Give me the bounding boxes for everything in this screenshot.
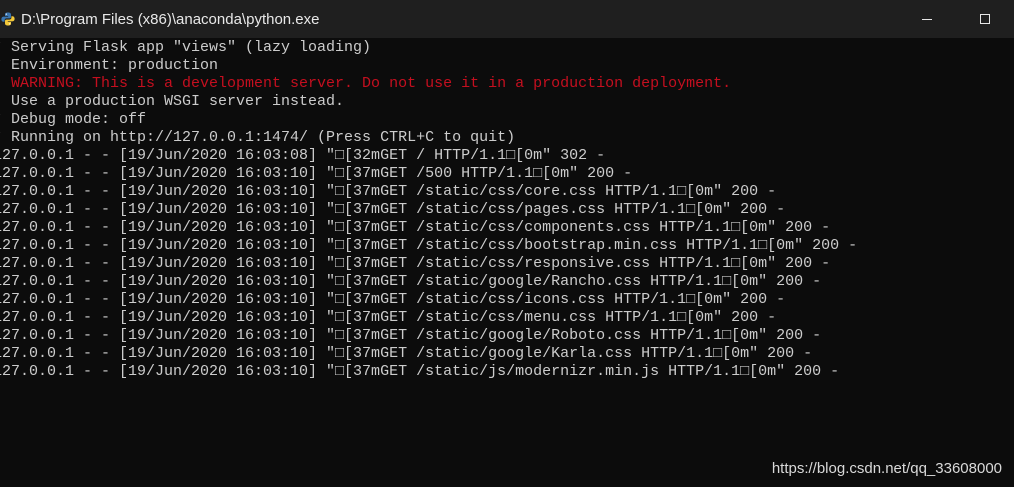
console-line: 127.0.0.1 - - [19/Jun/2020 16:03:10] "□[…: [0, 165, 633, 182]
minimize-icon: [922, 19, 932, 20]
console-line: * Serving Flask app "views" (lazy loadin…: [0, 39, 372, 56]
warning-line: WARNING: This is a development server. D…: [0, 75, 732, 92]
watermark: https://blog.csdn.net/qq_33608000: [771, 460, 1002, 477]
console-line: * Debug mode: off: [0, 111, 147, 128]
console-line: 127.0.0.1 - - [19/Jun/2020 16:03:10] "□[…: [0, 183, 777, 200]
console-window: D:\Program Files (x86)\anaconda\python.e…: [0, 0, 1014, 487]
console-line: 127.0.0.1 - - [19/Jun/2020 16:03:10] "□[…: [0, 363, 840, 380]
console-output[interactable]: * Serving Flask app "views" (lazy loadin…: [0, 39, 1014, 479]
console-line: 127.0.0.1 - - [19/Jun/2020 16:03:10] "□[…: [0, 309, 777, 326]
console-line: 127.0.0.1 - - [19/Jun/2020 16:03:08] "□[…: [0, 147, 606, 164]
console-line: 127.0.0.1 - - [19/Jun/2020 16:03:10] "□[…: [0, 291, 786, 308]
maximize-button[interactable]: [956, 0, 1014, 38]
window-title: D:\Program Files (x86)\anaconda\python.e…: [21, 10, 320, 28]
console-line: Use a production WSGI server instead.: [0, 93, 345, 110]
console-line: 127.0.0.1 - - [19/Jun/2020 16:03:10] "□[…: [0, 219, 831, 236]
console-line: * Environment: production: [0, 57, 219, 74]
maximize-icon: [980, 14, 990, 24]
console-line: 127.0.0.1 - - [19/Jun/2020 16:03:10] "□[…: [0, 327, 822, 344]
console-line: 127.0.0.1 - - [19/Jun/2020 16:03:10] "□[…: [0, 201, 786, 218]
minimize-button[interactable]: [898, 0, 956, 38]
python-icon: [0, 11, 16, 27]
console-line: 127.0.0.1 - - [19/Jun/2020 16:03:10] "□[…: [0, 345, 813, 362]
window-controls: [898, 0, 1014, 38]
console-line: 127.0.0.1 - - [19/Jun/2020 16:03:10] "□[…: [0, 273, 822, 290]
title-bar[interactable]: D:\Program Files (x86)\anaconda\python.e…: [0, 0, 1014, 38]
console-line: * Running on http://127.0.0.1:1474/ (Pre…: [0, 129, 516, 146]
console-line: 127.0.0.1 - - [19/Jun/2020 16:03:10] "□[…: [0, 255, 831, 272]
console-line: 127.0.0.1 - - [19/Jun/2020 16:03:10] "□[…: [0, 237, 858, 254]
